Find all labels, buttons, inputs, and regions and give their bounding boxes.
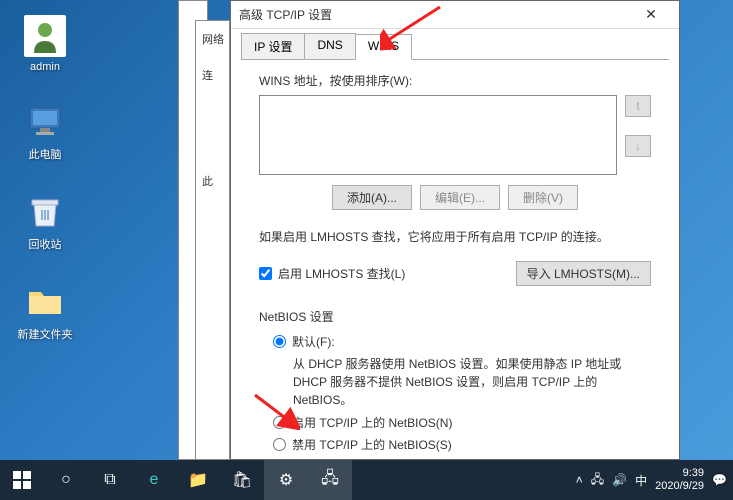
bg-window-2: 网络 连 此 [195, 20, 230, 460]
tray-notification-icon[interactable]: 💬 [712, 473, 727, 487]
explorer-button[interactable]: 📁 [176, 460, 220, 500]
settings-taskbar-button[interactable]: ⚙ [264, 460, 308, 500]
close-button[interactable]: ✕ [631, 1, 671, 29]
pc-icon [24, 100, 66, 142]
windows-icon [13, 471, 31, 489]
taskbar: ○ ⧉ e 📁 🛍 ⚙ 🖧 ˄ 🖧 🔊 中 9:39 2020/9/29 💬 [0, 460, 733, 500]
desktop-icon-pc[interactable]: 此电脑 [10, 100, 80, 162]
tab-dns[interactable]: DNS [304, 33, 355, 59]
radio-disable[interactable] [273, 438, 286, 451]
store-button[interactable]: 🛍 [220, 460, 264, 500]
folder-icon [24, 280, 66, 322]
arrow-up-icon: t [636, 99, 639, 113]
radio-default[interactable] [273, 335, 286, 348]
edit-button[interactable]: 编辑(E)... [420, 185, 500, 210]
dialog-title: 高级 TCP/IP 设置 [239, 6, 631, 23]
dialog-body: WINS 地址，按使用排序(W): t ↓ 添加(A)... 编辑(E)... … [241, 59, 669, 470]
desktop-icon-recycle[interactable]: 回收站 [10, 190, 80, 252]
arrow-down-icon: ↓ [635, 139, 641, 153]
tray-volume-icon[interactable]: 🔊 [612, 473, 627, 487]
desktop-icon-admin[interactable]: admin [10, 15, 80, 73]
desktop-icon-folder[interactable]: 新建文件夹 [10, 280, 80, 342]
radio-enable-row[interactable]: 启用 TCP/IP 上的 NetBIOS(N) [273, 414, 651, 431]
store-icon: 🛍 [232, 470, 252, 490]
edge-icon: e [150, 471, 159, 489]
radio-default-desc: 从 DHCP 服务器使用 NetBIOS 设置。如果使用静态 IP 地址或 DH… [293, 355, 651, 409]
network-icon: 🖧 [321, 467, 339, 494]
cortana-button[interactable]: ○ [44, 460, 88, 500]
tray-clock[interactable]: 9:39 2020/9/29 [655, 467, 704, 493]
import-lmhosts-button[interactable]: 导入 LMHOSTS(M)... [516, 261, 651, 286]
tray-ime[interactable]: 中 [635, 472, 647, 489]
lmhosts-checkbox-row[interactable]: 启用 LMHOSTS 查找(L) [259, 265, 405, 282]
radio-enable[interactable] [273, 416, 286, 429]
settings-icon: ⚙ [279, 470, 293, 490]
radio-default-row[interactable]: 默认(F): [273, 333, 651, 350]
lmhosts-checkbox[interactable] [259, 267, 272, 280]
taskview-button[interactable]: ⧉ [88, 460, 132, 500]
taskview-icon: ⧉ [104, 471, 115, 489]
wins-label: WINS 地址，按使用排序(W): [259, 72, 651, 89]
tcpip-dialog: 高级 TCP/IP 设置 ✕ IP 设置 DNS WINS WINS 地址，按使… [230, 0, 680, 460]
add-button[interactable]: 添加(A)... [332, 185, 412, 210]
network-taskbar-button[interactable]: 🖧 [308, 460, 352, 500]
delete-button[interactable]: 删除(V) [508, 185, 578, 210]
recycle-icon [24, 190, 66, 232]
close-icon: ✕ [645, 6, 657, 23]
tab-ip[interactable]: IP 设置 [241, 33, 305, 59]
tray-up-icon[interactable]: ˄ [576, 473, 583, 487]
netbios-group-label: NetBIOS 设置 [259, 308, 651, 325]
tray-network-icon[interactable]: 🖧 [591, 470, 604, 491]
edge-button[interactable]: e [132, 460, 176, 500]
start-button[interactable] [0, 460, 44, 500]
move-up-button[interactable]: t [625, 95, 651, 117]
titlebar: 高级 TCP/IP 设置 ✕ [231, 1, 679, 29]
move-down-button[interactable]: ↓ [625, 135, 651, 157]
system-tray: ˄ 🖧 🔊 中 9:39 2020/9/29 💬 [576, 467, 733, 493]
user-icon [24, 15, 66, 57]
tab-wins[interactable]: WINS [355, 34, 412, 60]
circle-icon: ○ [61, 471, 71, 489]
wins-address-list[interactable] [259, 95, 617, 175]
folder-icon: 📁 [188, 470, 208, 490]
lmhosts-info: 如果启用 LMHOSTS 查找，它将应用于所有启用 TCP/IP 的连接。 [259, 228, 651, 245]
tab-row: IP 设置 DNS WINS [231, 29, 679, 59]
radio-disable-row[interactable]: 禁用 TCP/IP 上的 NetBIOS(S) [273, 436, 651, 453]
